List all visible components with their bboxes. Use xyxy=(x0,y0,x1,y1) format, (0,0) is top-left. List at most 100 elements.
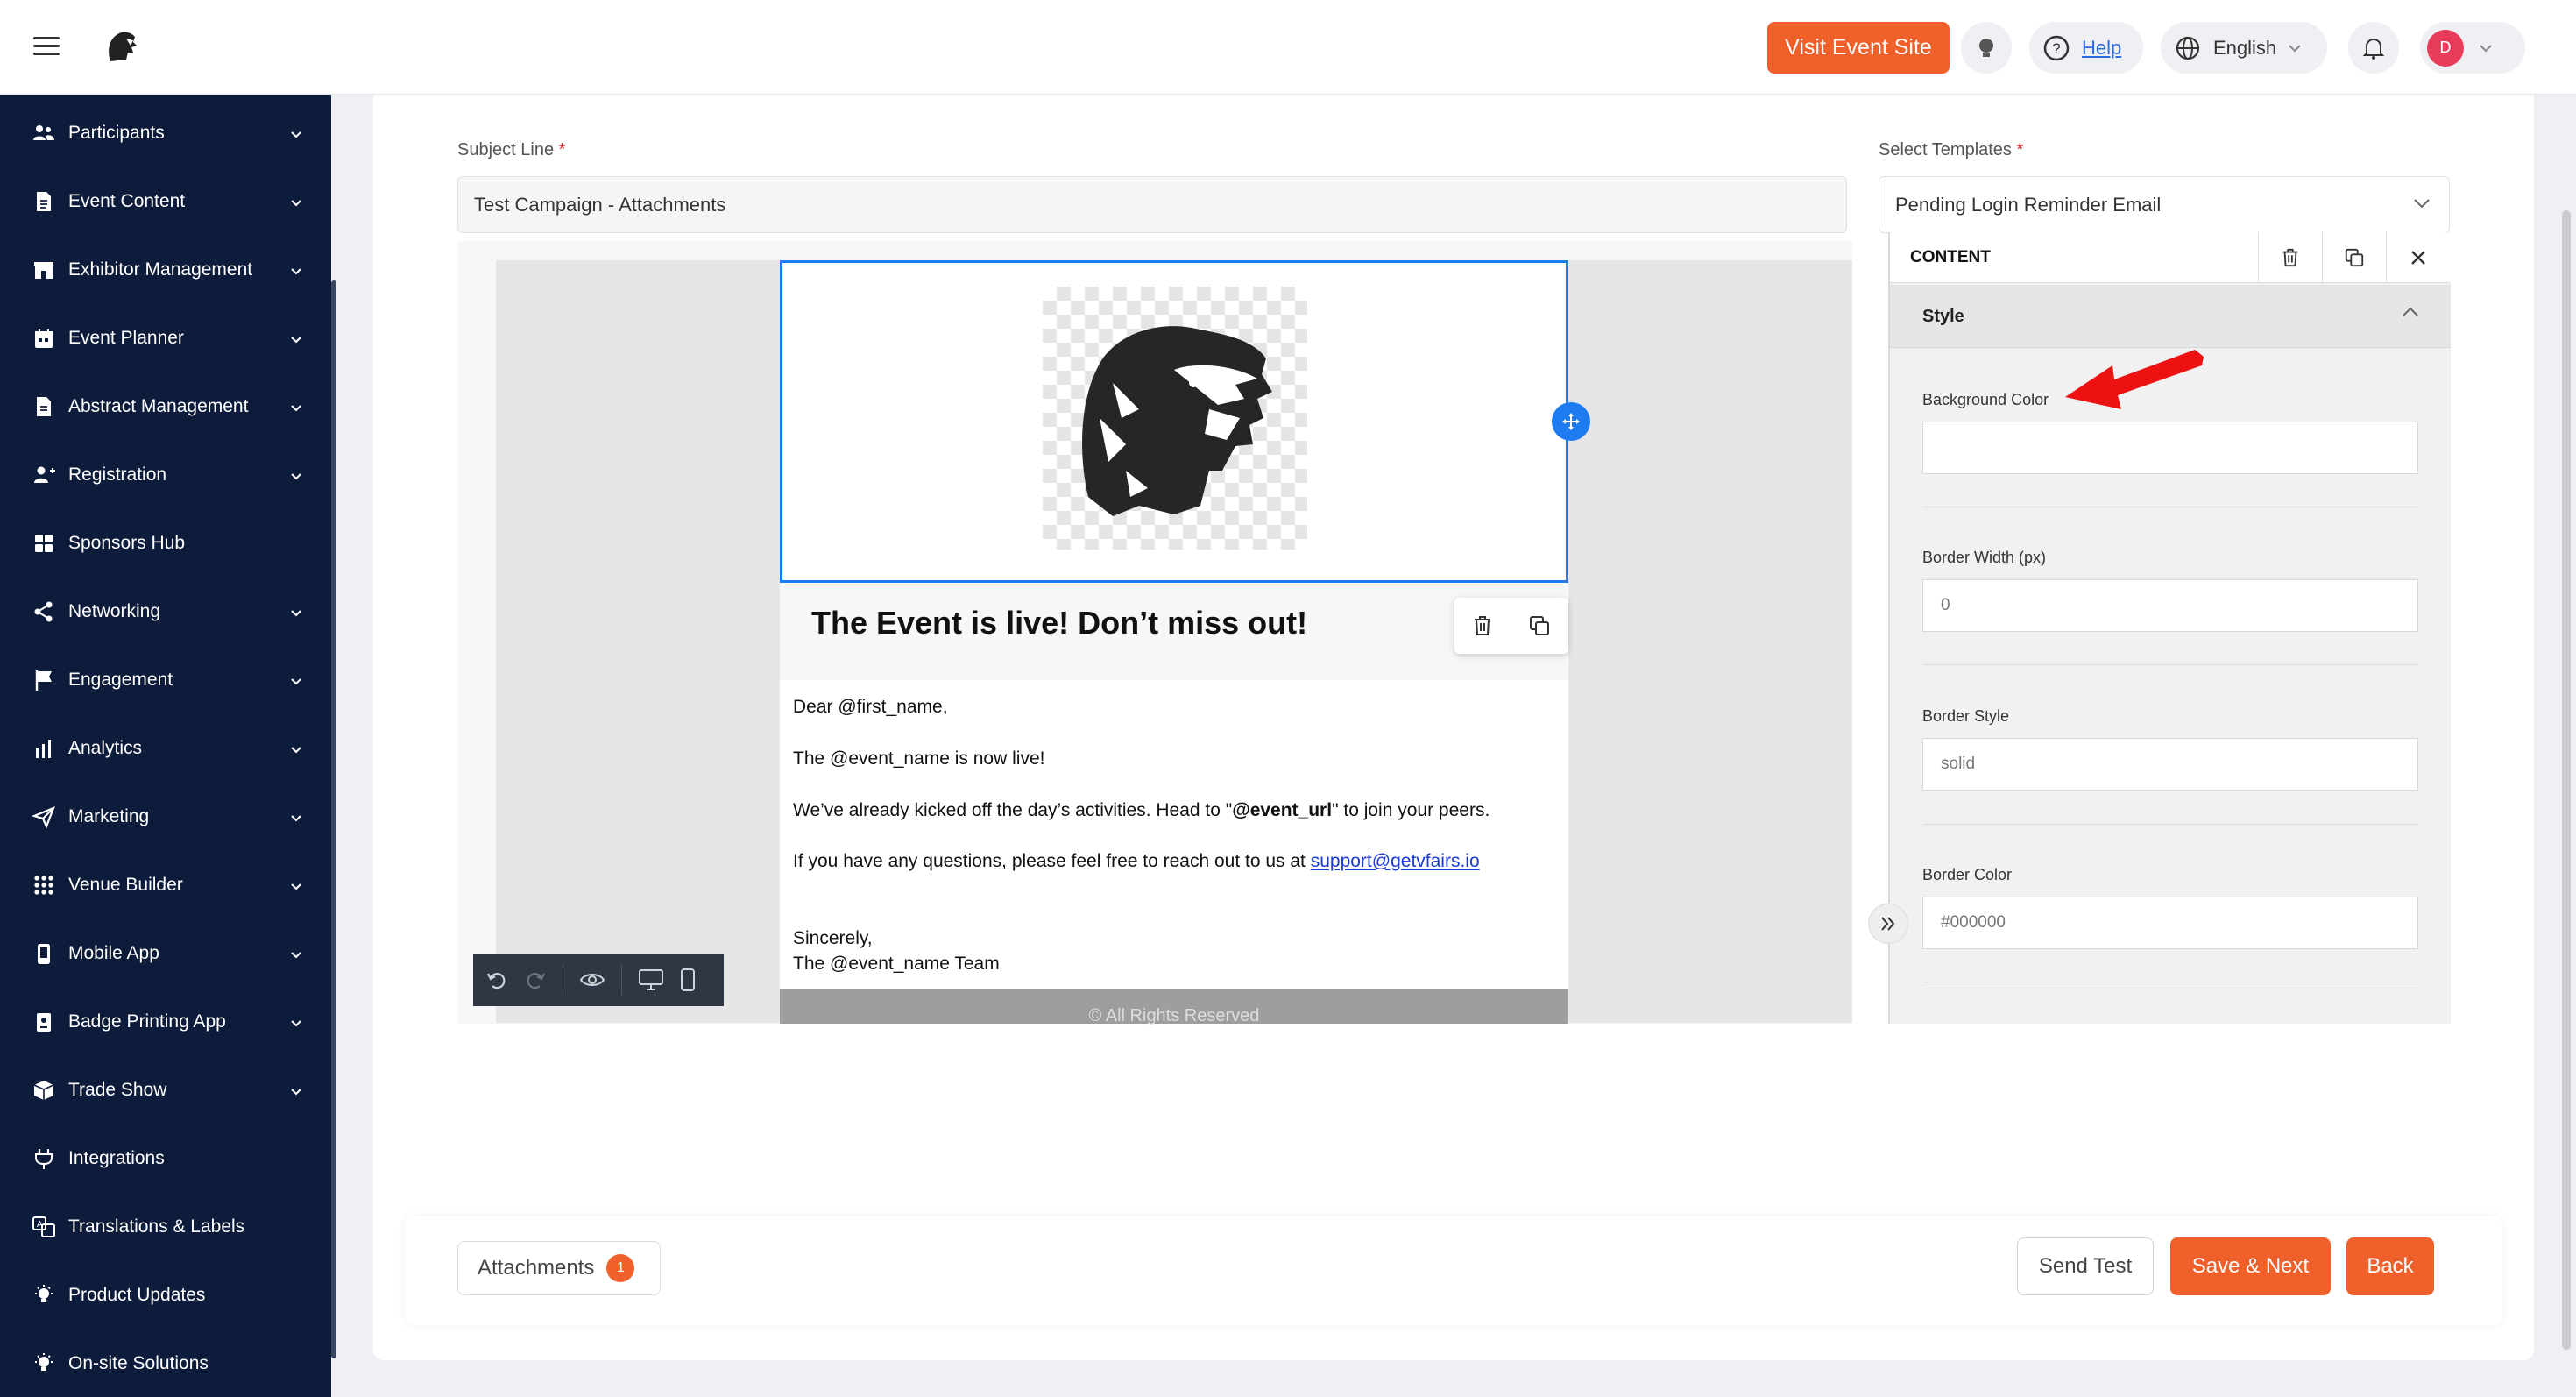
chevron-down-icon xyxy=(289,195,303,209)
desktop-icon[interactable] xyxy=(638,968,664,991)
sidebar-item-label: Abstract Management xyxy=(68,396,249,416)
sidebar-item-event-content[interactable]: Event Content xyxy=(0,167,331,236)
support-email-link[interactable]: support@getvfairs.io xyxy=(1311,851,1480,871)
email-signoff[interactable]: Sincerely, xyxy=(793,928,873,949)
bell-icon xyxy=(2363,38,2384,60)
collapse-panel-button[interactable] xyxy=(1868,904,1908,944)
border-style-input[interactable]: solid xyxy=(1922,738,2418,791)
sidebar-item-trade-show[interactable]: Trade Show xyxy=(0,1056,331,1124)
lion-logo[interactable] xyxy=(102,26,144,68)
attachments-button[interactable]: Attachments 1 xyxy=(457,1241,661,1295)
chevron-down-icon xyxy=(289,878,303,892)
sidebar-item-event-planner[interactable]: Event Planner xyxy=(0,304,331,372)
header-image[interactable] xyxy=(1043,287,1307,550)
sidebar-item-participants[interactable]: Participants xyxy=(0,99,331,167)
style-section-header[interactable] xyxy=(1890,285,2451,348)
border-width-label: Border Width (px) xyxy=(1922,549,2047,566)
sidebar-item-engagement[interactable]: Engagement xyxy=(0,646,331,714)
help-label[interactable]: Help xyxy=(2082,37,2121,60)
sidebar-item-label: Integrations xyxy=(68,1148,165,1168)
undo-icon[interactable] xyxy=(485,968,508,991)
flag-icon xyxy=(32,668,56,692)
sidebar-item-integrations[interactable]: Integrations xyxy=(0,1124,331,1193)
template-select[interactable]: Pending Login Reminder Email xyxy=(1879,176,2450,233)
sidebar-item-product-updates[interactable]: Product Updates xyxy=(0,1261,331,1330)
sidebar-item-label: Mobile App xyxy=(68,943,159,963)
globe-icon xyxy=(2176,36,2200,60)
close-icon xyxy=(2410,251,2425,265)
delete-block-button[interactable] xyxy=(2258,232,2321,283)
sidebar-item-on-site-solutions[interactable]: On-site Solutions xyxy=(0,1330,331,1397)
notifications-button[interactable] xyxy=(2348,22,2399,74)
lightbulb-icon xyxy=(1979,38,1993,57)
email-line-2[interactable]: We’ve already kicked off the day’s activ… xyxy=(793,800,1490,821)
sidebar-item-analytics[interactable]: Analytics xyxy=(0,714,331,783)
send-test-button[interactable]: Send Test xyxy=(2017,1237,2154,1295)
sidebar-item-label: Venue Builder xyxy=(68,875,183,895)
sidebar-item-registration[interactable]: Registration xyxy=(0,441,331,509)
back-button[interactable]: Back xyxy=(2346,1237,2434,1295)
sidebar-item-badge-printing-app[interactable]: Badge Printing App xyxy=(0,988,331,1056)
chevron-up-icon[interactable] xyxy=(2403,307,2418,317)
sidebar-item-label: Analytics xyxy=(68,738,143,758)
save-next-button[interactable]: Save & Next xyxy=(2170,1237,2331,1295)
lightbulb-button[interactable] xyxy=(1961,22,2012,74)
lightbulb-icon xyxy=(32,1351,56,1376)
duplicate-icon[interactable] xyxy=(1528,614,1551,637)
sidebar-item-abstract-management[interactable]: Abstract Management xyxy=(0,372,331,441)
page-scrollbar[interactable] xyxy=(2562,210,2571,1350)
border-width-input[interactable]: 0 xyxy=(1922,579,2418,632)
sidebar-item-marketing[interactable]: Marketing xyxy=(0,783,331,851)
divider xyxy=(1922,664,2418,665)
top-bar: Visit Event Site ? Help English D xyxy=(0,0,2576,95)
attachments-label: Attachments xyxy=(478,1256,595,1280)
chevron-down-icon xyxy=(289,1083,303,1097)
sidebar-item-label: Engagement xyxy=(68,670,173,690)
chevron-down-icon xyxy=(289,468,303,482)
chevron-down-icon xyxy=(2480,44,2492,52)
border-style-label: Border Style xyxy=(1922,707,2010,725)
language-select[interactable]: English xyxy=(2161,22,2327,74)
email-footer[interactable]: © All Rights Reserved xyxy=(780,989,1568,1025)
sidebar-item-venue-builder[interactable]: Venue Builder xyxy=(0,851,331,919)
move-handle-icon[interactable] xyxy=(1552,402,1590,441)
sidebar-item-networking[interactable]: Networking xyxy=(0,578,331,646)
svg-text:A: A xyxy=(37,1220,43,1230)
duplicate-block-button[interactable] xyxy=(2322,232,2385,283)
border-color-input[interactable]: #000000 xyxy=(1922,897,2418,949)
sidebar-scrollbar[interactable] xyxy=(331,280,336,1358)
share-icon xyxy=(32,599,56,624)
email-line-3[interactable]: If you have any questions, please feel f… xyxy=(793,851,1480,872)
sidebar-item-translations-labels[interactable]: A Translations & Labels xyxy=(0,1193,331,1261)
badge-icon xyxy=(32,1010,56,1034)
redo-icon[interactable] xyxy=(524,968,547,991)
sidebar-item-label: Sponsors Hub xyxy=(68,533,186,553)
tab-content[interactable]: CONTENT xyxy=(1910,248,1991,267)
chevron-down-icon xyxy=(289,947,303,961)
user-menu[interactable]: D xyxy=(2420,22,2525,74)
trash-icon[interactable] xyxy=(1472,614,1493,637)
background-color-input[interactable] xyxy=(1922,422,2418,474)
email-greeting[interactable]: Dear @first_name, xyxy=(793,697,948,718)
email-team[interactable]: The @event_name Team xyxy=(793,954,1000,975)
plug-icon xyxy=(32,1146,56,1171)
sidebar-item-label: Marketing xyxy=(68,806,150,826)
subject-line-input[interactable]: Test Campaign - Attachments xyxy=(457,176,1847,233)
close-panel-button[interactable] xyxy=(2386,232,2449,283)
booth-icon xyxy=(32,258,56,282)
visit-event-site-button[interactable]: Visit Event Site xyxy=(1767,22,1950,74)
sidebar-item-mobile-app[interactable]: Mobile App xyxy=(0,919,331,988)
eye-icon[interactable] xyxy=(579,970,605,989)
email-headline[interactable]: The Event is live! Don’t miss out! xyxy=(811,605,1307,642)
menu-icon[interactable] xyxy=(33,37,60,56)
chevron-down-icon xyxy=(289,1015,303,1029)
help-button[interactable]: ? Help xyxy=(2029,22,2143,74)
email-line-1[interactable]: The @event_name is now live! xyxy=(793,748,1044,769)
mobile-icon[interactable] xyxy=(680,968,696,992)
bar-chart-icon xyxy=(32,736,56,761)
sidebar-item-exhibitor-management[interactable]: Exhibitor Management xyxy=(0,236,331,304)
toolbar-divider xyxy=(621,965,622,995)
chevron-down-icon xyxy=(289,331,303,345)
sidebar-item-sponsors-hub[interactable]: Sponsors Hub xyxy=(0,509,331,578)
box-icon xyxy=(32,1078,56,1103)
